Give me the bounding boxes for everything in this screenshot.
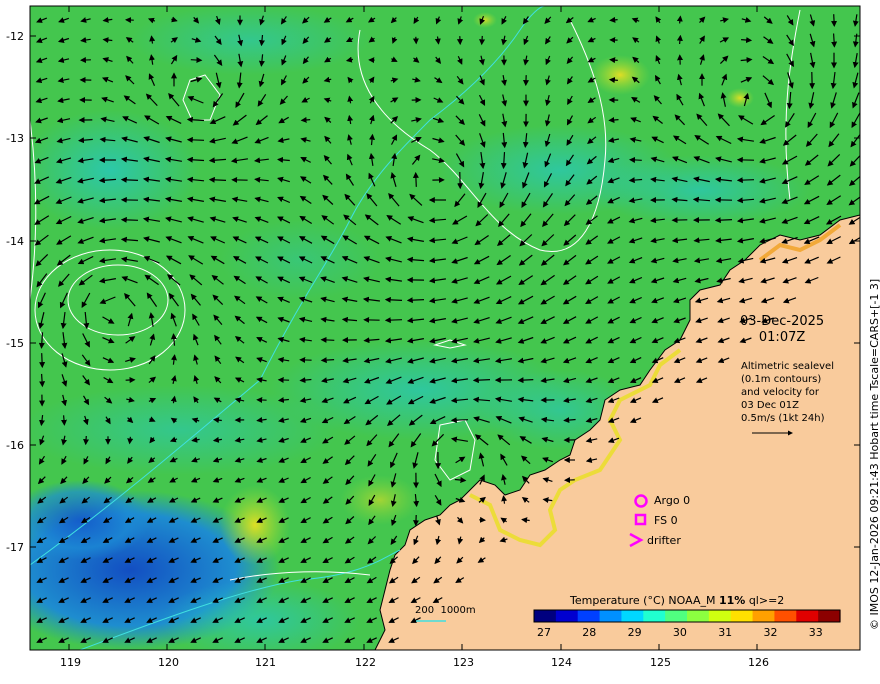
colorbar-segment: [774, 610, 796, 622]
velocity-arrow: [122, 180, 138, 181]
lon-label: 125: [650, 656, 671, 669]
velocity-arrow: [452, 420, 468, 421]
velocity-arrow: [610, 80, 618, 81]
colorbar-title-suffix: ql>=2: [745, 594, 784, 607]
velocity-arrow: [302, 120, 310, 121]
colorbar-segment: [556, 610, 578, 622]
velocity-arrow: [408, 300, 424, 301]
colorbar-segment: [621, 610, 643, 622]
velocity-arrow: [386, 320, 402, 321]
colorbar-segment: [665, 610, 687, 622]
lat-label: -14: [6, 235, 24, 248]
map-time: 01:07Z: [740, 330, 824, 346]
temperature-colorbar: [534, 610, 841, 622]
description-line: 0.5m/s (1kt 24h): [741, 412, 834, 425]
velocity-arrow: [610, 20, 617, 21]
colorbar-segment: [600, 610, 622, 622]
velocity-arrow: [610, 60, 617, 61]
timestamp-block: 03-Dec-2025 01:07Z: [740, 314, 824, 346]
velocity-arrow: [64, 415, 65, 424]
lon-label: 122: [355, 656, 376, 669]
description-block: Altimetric sealevel (0.1m contours) and …: [741, 360, 834, 425]
colorbar-title: Temperature (°C) NOAA_M 11% ql>=2: [570, 594, 784, 607]
velocity-arrow: [42, 353, 43, 367]
colorbar-segment: [796, 610, 818, 622]
colorbar-title-quality: 11%: [719, 594, 745, 607]
velocity-arrow: [322, 360, 334, 361]
colorbar-segment: [753, 610, 775, 622]
colorbar-title-prefix: Temperature (°C) NOAA_M: [570, 594, 719, 607]
sea-surface-temperature-map: -12 -13 -14 -15 -16 -17 119 120 121 122 …: [0, 0, 880, 680]
velocity-arrow: [210, 180, 226, 181]
velocity-arrow: [122, 220, 138, 221]
velocity-arrow: [474, 380, 490, 381]
lon-label: 126: [748, 656, 769, 669]
colorbar-tick-label: 31: [718, 626, 732, 639]
velocity-arrow: [834, 34, 835, 47]
colorbar-tick-label: 30: [673, 626, 687, 639]
colorbar-tick-label: 27: [537, 626, 551, 639]
colorbar-tick-label: 28: [582, 626, 596, 639]
velocity-arrow: [716, 220, 732, 221]
velocity-arrow: [610, 120, 619, 121]
colorbar-tick-label: 32: [764, 626, 778, 639]
colorbar-segment: [534, 610, 556, 622]
lat-label: -13: [6, 132, 24, 145]
velocity-arrow: [191, 60, 201, 61]
colorbar-segment: [731, 610, 753, 622]
colorbar-segment: [687, 610, 709, 622]
colorbar-tick-label: 29: [628, 626, 642, 639]
colorbar-segment: [818, 610, 840, 622]
lon-label: 120: [158, 656, 179, 669]
fs-legend-label: FS 0: [654, 514, 678, 527]
lat-label: -16: [6, 439, 24, 452]
lat-label: -17: [6, 541, 24, 554]
colorbar-segment: [643, 610, 665, 622]
description-line: (0.1m contours): [741, 373, 834, 386]
credit-text: © IMOS 12-Jan-2026 09:21:43 Hobart time …: [868, 279, 880, 630]
velocity-arrow: [834, 14, 835, 26]
colorbar-segment: [709, 610, 731, 622]
velocity-arrow: [680, 36, 681, 44]
velocity-arrow: [86, 436, 87, 444]
map-date: 03-Dec-2025: [740, 314, 824, 330]
velocity-arrow: [42, 374, 43, 386]
velocity-arrow: [680, 17, 681, 24]
lon-label: 121: [255, 656, 276, 669]
description-line: Altimetric sealevel: [741, 360, 834, 373]
lon-label: 119: [60, 656, 81, 669]
isobath-key-label-a: 200: [415, 605, 434, 616]
velocity-arrow: [130, 437, 131, 443]
velocity-arrow: [519, 380, 534, 381]
velocity-arrow: [741, 40, 751, 41]
colorbar-segment: [578, 610, 600, 622]
velocity-arrow: [630, 160, 642, 161]
drifter-legend-label: drifter: [647, 534, 681, 547]
description-line: and velocity for: [741, 386, 834, 399]
isobath-key-label-b: 1000m: [440, 605, 475, 616]
description-line: 03 Dec 01Z: [741, 399, 834, 412]
lon-label: 123: [453, 656, 474, 669]
lon-label: 124: [551, 656, 572, 669]
velocity-arrow: [738, 180, 754, 181]
velocity-arrow: [386, 300, 402, 301]
velocity-arrow: [482, 36, 483, 44]
velocity-arrow: [188, 140, 204, 141]
argo-legend-label: Argo 0: [654, 494, 690, 507]
colorbar-tick-label: 33: [809, 626, 823, 639]
lat-label: -12: [6, 30, 24, 43]
isobath-key: 200 1000m: [415, 605, 476, 616]
velocity-arrow: [416, 173, 417, 187]
velocity-arrow: [322, 340, 335, 341]
lat-label: -15: [6, 337, 24, 350]
